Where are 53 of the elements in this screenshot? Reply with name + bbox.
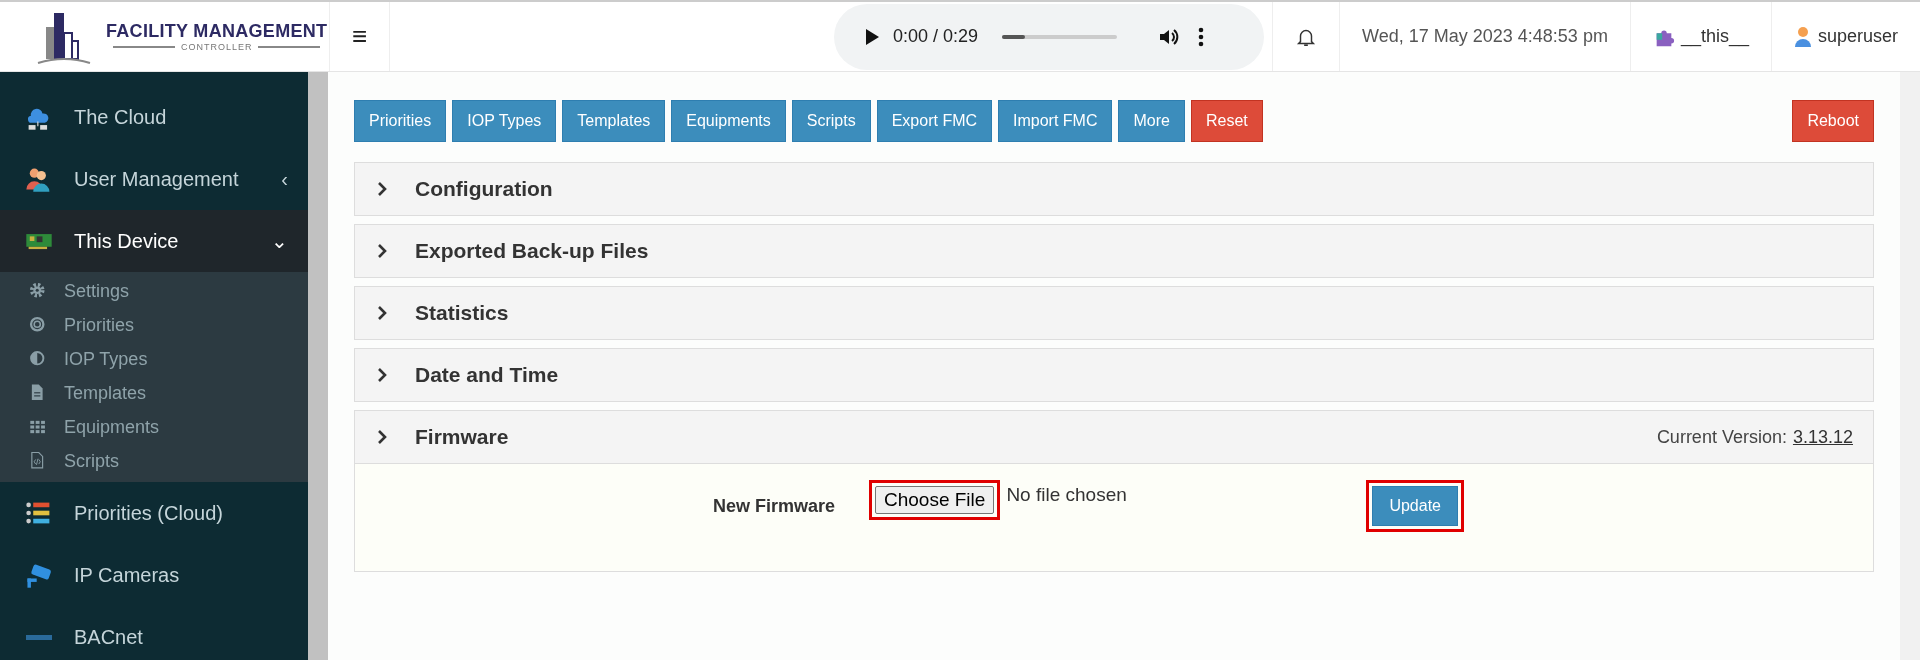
field-label: New Firmware <box>711 495 835 517</box>
sidebar-item[interactable]: IP Cameras <box>0 544 308 606</box>
logo-title: FACILITY MANAGEMENT <box>106 21 328 42</box>
more-options-icon[interactable] <box>1197 25 1206 48</box>
accordion-header[interactable]: Statistics <box>355 287 1873 339</box>
chevron-icon <box>375 368 389 382</box>
submenu-item[interactable]: Equipments <box>0 410 308 444</box>
sidebar-item[interactable]: BACnet <box>0 606 308 660</box>
submenu-item[interactable]: Priorities <box>0 308 308 342</box>
toolbar-button[interactable]: IOP Types <box>452 100 557 142</box>
accordion-header[interactable]: Configuration <box>355 163 1873 215</box>
accordion-header[interactable]: Exported Back-up Files <box>355 225 1873 277</box>
version-link[interactable]: 3.13.12 <box>1792 426 1853 448</box>
submenu-item[interactable]: Settings <box>0 274 308 308</box>
sidebar-item[interactable]: This Device ⌄ <box>0 210 308 272</box>
scrollbar[interactable] <box>1900 72 1920 660</box>
update-button[interactable]: Update <box>1372 486 1458 526</box>
toolbar-button[interactable]: Scripts <box>791 100 871 142</box>
bacnet-logo-icon <box>24 634 54 640</box>
site-name[interactable]: __this__ <box>1680 26 1749 47</box>
choose-file-button[interactable]: Choose File <box>875 486 995 514</box>
audio-player[interactable]: 0:00 / 0:29 <box>834 3 1265 70</box>
logo-subtitle: CONTROLLER <box>112 42 321 52</box>
audio-progress-track[interactable] <box>1002 34 1118 39</box>
menu-button[interactable]: ≡ <box>330 2 390 71</box>
file-status: No file chosen <box>1006 483 1128 506</box>
submenu-item[interactable]: Scripts <box>0 444 308 478</box>
toolbar-button[interactable]: Import FMC <box>998 100 1113 142</box>
play-icon[interactable] <box>866 28 880 45</box>
current-version: Current Version: 3.13.12 <box>1656 426 1853 448</box>
toolbar-button[interactable]: Templates <box>562 100 666 142</box>
submenu-item[interactable]: IOP Types <box>0 342 308 376</box>
chevron-icon <box>375 244 389 258</box>
sidebar-item[interactable]: Priorities (Cloud) <box>0 482 308 544</box>
chevron-icon <box>375 306 389 320</box>
toolbar-button[interactable]: More <box>1118 100 1185 142</box>
user-icon <box>1793 25 1812 48</box>
audio-time: 0:00 / 0:29 <box>893 26 979 47</box>
chevron-icon <box>375 182 389 196</box>
date-time: Wed, 17 May 2023 4:48:53 pm <box>1362 26 1608 47</box>
accordion-header[interactable]: Date and Time <box>355 349 1873 401</box>
reboot-button[interactable]: Reboot <box>1792 100 1874 142</box>
toolbar-button[interactable]: Equipments <box>671 100 786 142</box>
user-name[interactable]: superuser <box>1817 26 1898 47</box>
sidebar-item[interactable]: User Management ‹ <box>0 148 308 210</box>
chevron-icon <box>375 430 389 444</box>
toolbar-button[interactable]: Export FMC <box>876 100 993 142</box>
accordion-header[interactable]: Firmware Current Version: 3.13.12 <box>355 411 1873 463</box>
toolbar-button[interactable]: Reset <box>1190 100 1263 142</box>
toolbar-button[interactable]: Priorities <box>354 100 447 142</box>
scrollbar[interactable] <box>308 72 328 660</box>
submenu-item[interactable]: Templates <box>0 376 308 410</box>
sidebar-item[interactable]: The Cloud <box>0 86 308 148</box>
